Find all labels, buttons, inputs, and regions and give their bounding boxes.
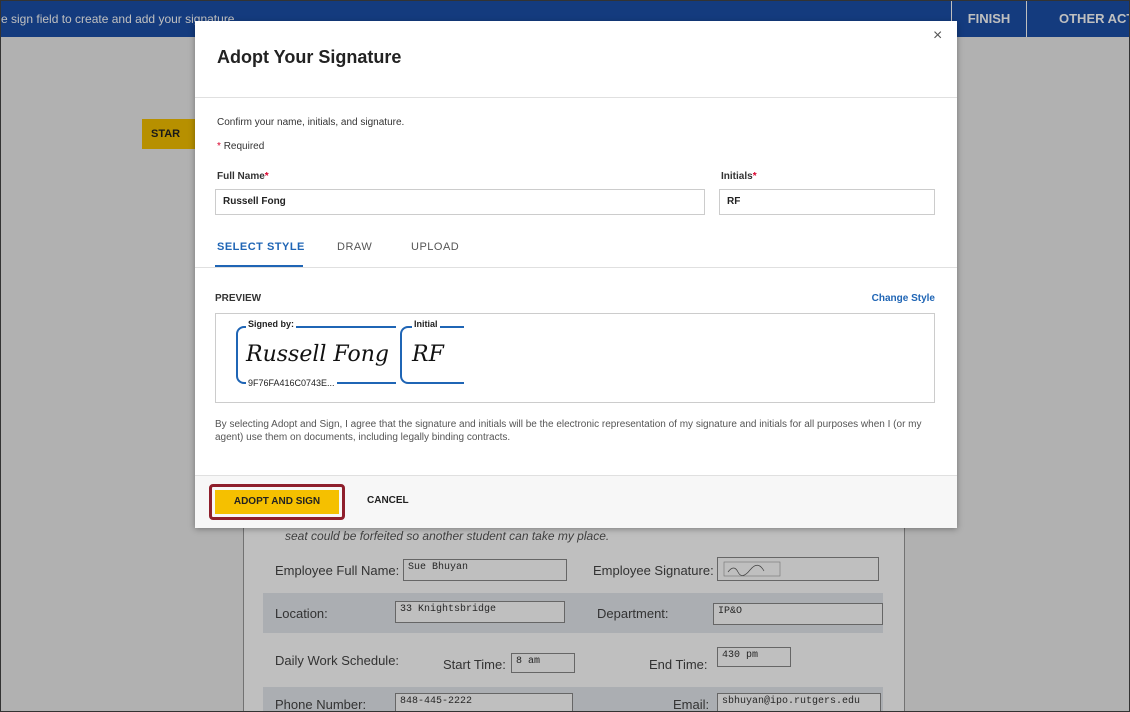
cancel-button[interactable]: CANCEL: [367, 495, 409, 506]
full-name-label-text: Full Name: [217, 171, 265, 182]
dialog-footer: ADOPT AND SIGN CANCEL: [195, 475, 957, 528]
adopt-signature-dialog: Adopt Your Signature × Confirm your name…: [195, 21, 957, 528]
instructions-text: Confirm your name, initials, and signatu…: [217, 117, 405, 128]
initials-input[interactable]: RF: [719, 189, 935, 215]
preview-heading: PREVIEW: [215, 293, 262, 304]
full-name-label: Full Name*: [217, 171, 269, 182]
tab-upload[interactable]: UPLOAD: [411, 241, 459, 253]
legal-disclaimer: By selecting Adopt and Sign, I agree tha…: [215, 419, 922, 443]
initials-label-text: Initials: [721, 171, 753, 182]
signature-preview: Signed by: Russell Fong 9F76FA416C0743E.…: [215, 313, 935, 403]
tabs-divider: [195, 267, 957, 268]
signature-hash: 9F76FA416C0743E...: [246, 378, 337, 388]
header-divider: [195, 97, 957, 98]
initial-label: Initial: [412, 319, 440, 329]
dialog-title: Adopt Your Signature: [217, 47, 402, 67]
signature-image: Russell Fong: [246, 342, 389, 367]
required-note: * Required: [217, 141, 264, 152]
adopt-and-sign-button[interactable]: ADOPT AND SIGN: [215, 490, 339, 514]
app-frame: e sign field to create and add your sign…: [0, 0, 1130, 712]
required-text: Required: [223, 141, 265, 152]
required-star: *: [752, 171, 757, 182]
full-name-input[interactable]: Russell Fong: [215, 189, 705, 215]
tab-select-style[interactable]: SELECT STYLE: [217, 241, 305, 253]
signed-by-label: Signed by:: [246, 319, 297, 329]
initial-image: RF: [412, 342, 444, 367]
initials-label: Initials*: [721, 171, 757, 182]
change-style-link[interactable]: Change Style: [872, 293, 935, 304]
required-star: *: [217, 141, 221, 152]
required-star: *: [264, 171, 269, 182]
close-icon[interactable]: ×: [933, 27, 942, 45]
tab-draw[interactable]: DRAW: [337, 241, 372, 253]
